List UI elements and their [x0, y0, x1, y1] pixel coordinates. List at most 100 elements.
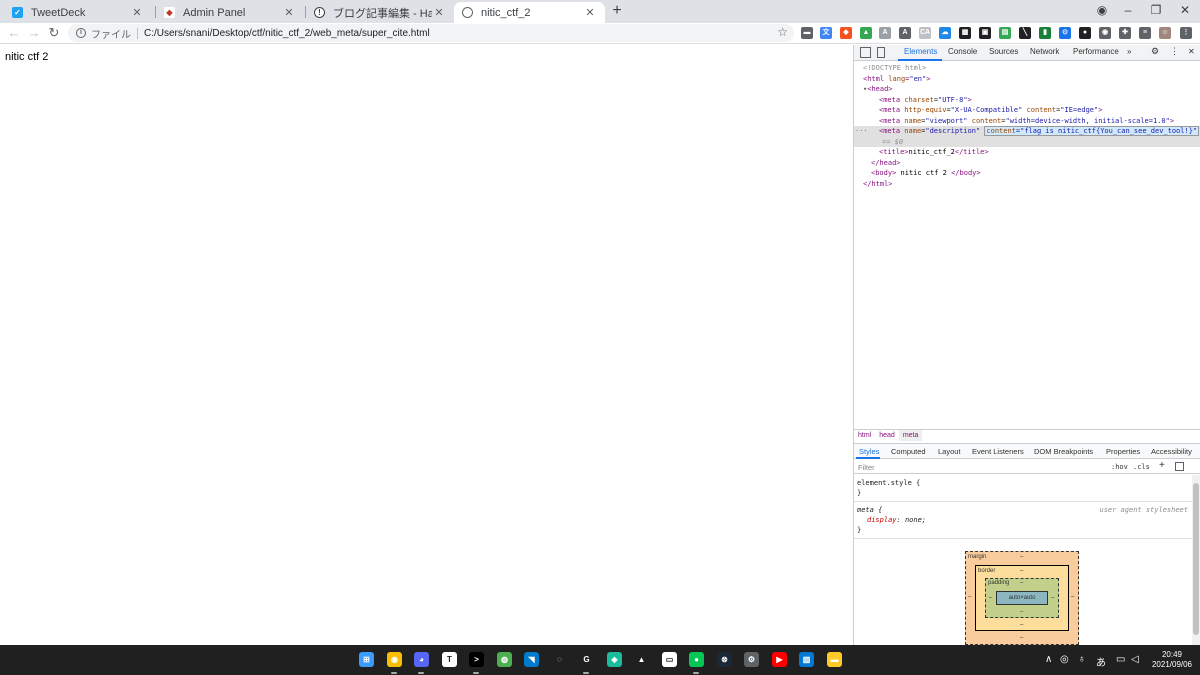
close-icon[interactable]: ✕ [282, 6, 296, 19]
ext-cloud-icon[interactable]: ☁ [939, 27, 951, 39]
dom-meta-viewport[interactable]: <meta name="viewport" content="width=dev… [854, 116, 1200, 127]
ext-bag-icon[interactable]: ▣ [979, 27, 991, 39]
close-window-button[interactable]: ✕ [1175, 2, 1195, 18]
file-explorer-icon[interactable]: ▬ [827, 652, 842, 667]
menu-kebab-icon[interactable]: ⋮ [1180, 27, 1192, 39]
site-info-icon[interactable]: i [76, 28, 86, 38]
ext-qr-icon[interactable]: ▦ [959, 27, 971, 39]
breadcrumb-html[interactable]: html [854, 430, 875, 441]
dom-meta-description-selected[interactable]: ··· <meta name="description" content="fla… [854, 126, 1200, 137]
devtools-tab-performance[interactable]: Performance [1073, 47, 1119, 56]
dom-title[interactable]: <title>nitic_ctf_2</title> [854, 147, 1200, 158]
subtab-event-listeners[interactable]: Event Listeners [972, 447, 1024, 456]
url-text[interactable]: C:/Users/snani/Desktop/ctf/nitic_ctf_2/w… [144, 28, 430, 39]
tray-volume-icon[interactable]: ◁ [1131, 654, 1139, 665]
device-toolbar-icon[interactable] [877, 47, 885, 58]
devtools-tab-elements[interactable]: Elements [904, 47, 937, 56]
maximize-button[interactable]: ❐ [1146, 2, 1166, 18]
tab-hatena-blog[interactable]: ! ブログ記事編集 - Hatena Blog ✕ [306, 2, 454, 23]
devtools-close-icon[interactable]: ✕ [1188, 47, 1195, 56]
keyboard-icon[interactable]: ▭ [662, 652, 677, 667]
devtools-tab-console[interactable]: Console [948, 47, 977, 56]
line-icon[interactable]: ● [689, 652, 704, 667]
tray-display-icon[interactable]: ▭ [1116, 654, 1125, 665]
ext-green-icon[interactable]: ▤ [999, 27, 1011, 39]
ext-ca-icon[interactable]: CA [919, 27, 931, 39]
mint-icon[interactable]: ◈ [607, 652, 622, 667]
more-tabs-icon[interactable]: » [1127, 47, 1131, 56]
inspect-element-icon[interactable] [860, 47, 871, 58]
tray-mic-icon[interactable]: ♁ [1078, 654, 1086, 665]
tab-search-icon[interactable]: ◉ [1092, 2, 1112, 18]
breadcrumb-meta[interactable]: meta [898, 430, 923, 441]
ext-drive-icon[interactable]: ▲ [860, 27, 872, 39]
devtools-tab-sources[interactable]: Sources [989, 47, 1018, 56]
meta-ua-rule[interactable]: meta { user agent stylesheet display: no… [854, 502, 1192, 539]
hov-toggle[interactable]: :hov [1111, 463, 1128, 471]
close-icon[interactable]: ✕ [583, 6, 597, 19]
terminal-icon[interactable]: > [469, 652, 484, 667]
settings-icon[interactable]: ⚙ [744, 652, 759, 667]
devtools-menu-icon[interactable]: ⋮ [1170, 46, 1179, 57]
dom-meta-charset[interactable]: <meta charset="UTF-8"> [854, 95, 1200, 106]
ext-blue-circle-icon[interactable]: ⊙ [1059, 27, 1071, 39]
settings-gear-icon[interactable]: ⚙ [1151, 46, 1159, 57]
tab-admin-panel[interactable]: ◆ Admin Panel ✕ [156, 2, 304, 23]
dom-meta-http-equiv[interactable]: <meta http-equiv="X-UA-Compatible" conte… [854, 105, 1200, 116]
youtube-music-icon[interactable]: ▶ [772, 652, 787, 667]
ext-circle-icon[interactable]: ● [1079, 27, 1091, 39]
tab-tweetdeck[interactable]: ✓ TweetDeck ✕ [4, 2, 152, 23]
ext-a2-icon[interactable]: A [899, 27, 911, 39]
dom-head-close[interactable]: </head> [854, 158, 1200, 169]
close-icon[interactable]: ✕ [432, 6, 446, 19]
ext-book-icon[interactable]: ▮ [1039, 27, 1051, 39]
typora-icon[interactable]: T [442, 652, 457, 667]
dom-body[interactable]: <body> nitic ctf 2 </body> [854, 168, 1200, 179]
minimize-button[interactable]: – [1118, 2, 1138, 18]
ext-list-icon[interactable]: ≡ [1139, 27, 1151, 39]
ext-slash-icon[interactable]: ╲ [1019, 27, 1031, 39]
styles-filter-input[interactable]: Filter [858, 463, 875, 472]
reload-button[interactable]: ↻ [46, 25, 62, 41]
styles-scrollbar[interactable] [1192, 475, 1200, 645]
ext-a-icon[interactable]: A [879, 27, 891, 39]
profile-avatar-icon[interactable]: ☺ [1159, 27, 1171, 39]
ext-disk-icon[interactable]: ◉ [1099, 27, 1111, 39]
discord-icon[interactable]: ◕ [414, 652, 429, 667]
chrome-icon[interactable]: ◉ [387, 652, 402, 667]
subtab-layout[interactable]: Layout [938, 447, 961, 456]
image-app-icon[interactable]: ▧ [799, 652, 814, 667]
ext-tag-icon[interactable]: ◆ [840, 27, 852, 39]
subtab-computed[interactable]: Computed [891, 447, 926, 456]
address-bar[interactable]: i ファイル C:/Users/snani/Desktop/ctf/nitic_… [68, 24, 794, 42]
toggle-sidebar-icon[interactable] [1175, 462, 1184, 471]
box-model-content[interactable]: auto×auto [996, 591, 1048, 605]
maps-icon[interactable]: ◍ [497, 652, 512, 667]
subtab-styles[interactable]: Styles [859, 447, 879, 456]
breadcrumb-head[interactable]: head [875, 430, 899, 441]
element-style-rule[interactable]: element.style { } [854, 475, 1192, 502]
dom-html-open[interactable]: <html lang="en"> [854, 74, 1200, 85]
c-app-icon[interactable]: G [579, 652, 594, 667]
arrow-app-icon[interactable]: ▲ [634, 652, 649, 667]
tray-overflow-chevron-icon[interactable]: ∧ [1045, 654, 1052, 665]
subtab-accessibility[interactable]: Accessibility [1151, 447, 1192, 456]
ext-puzzle-icon[interactable]: ✚ [1119, 27, 1131, 39]
ext-translate-icon[interactable]: 文 [820, 27, 832, 39]
dom-head-open[interactable]: ▾<head> [854, 84, 1200, 95]
subtab-properties[interactable]: Properties [1106, 447, 1140, 456]
github-icon[interactable]: ◌ [552, 652, 567, 667]
back-button[interactable]: ← [6, 25, 22, 41]
forward-button[interactable]: → [26, 25, 42, 41]
dom-doctype[interactable]: <!DOCTYPE html> [854, 63, 1200, 74]
steam-icon[interactable]: ⊗ [717, 652, 732, 667]
tray-gamepad-icon[interactable]: ◎ [1060, 654, 1069, 665]
new-style-rule-button[interactable]: + [1159, 460, 1165, 471]
bookmark-star-icon[interactable]: ☆ [777, 25, 788, 39]
tab-nitic-ctf-2[interactable]: nitic_ctf_2 ✕ [454, 2, 605, 23]
vscode-icon[interactable]: ◥ [524, 652, 539, 667]
scrollbar-thumb[interactable] [1193, 483, 1199, 635]
dom-html-close[interactable]: </html> [854, 179, 1200, 190]
cls-toggle[interactable]: .cls [1133, 463, 1150, 471]
close-icon[interactable]: ✕ [130, 6, 144, 19]
